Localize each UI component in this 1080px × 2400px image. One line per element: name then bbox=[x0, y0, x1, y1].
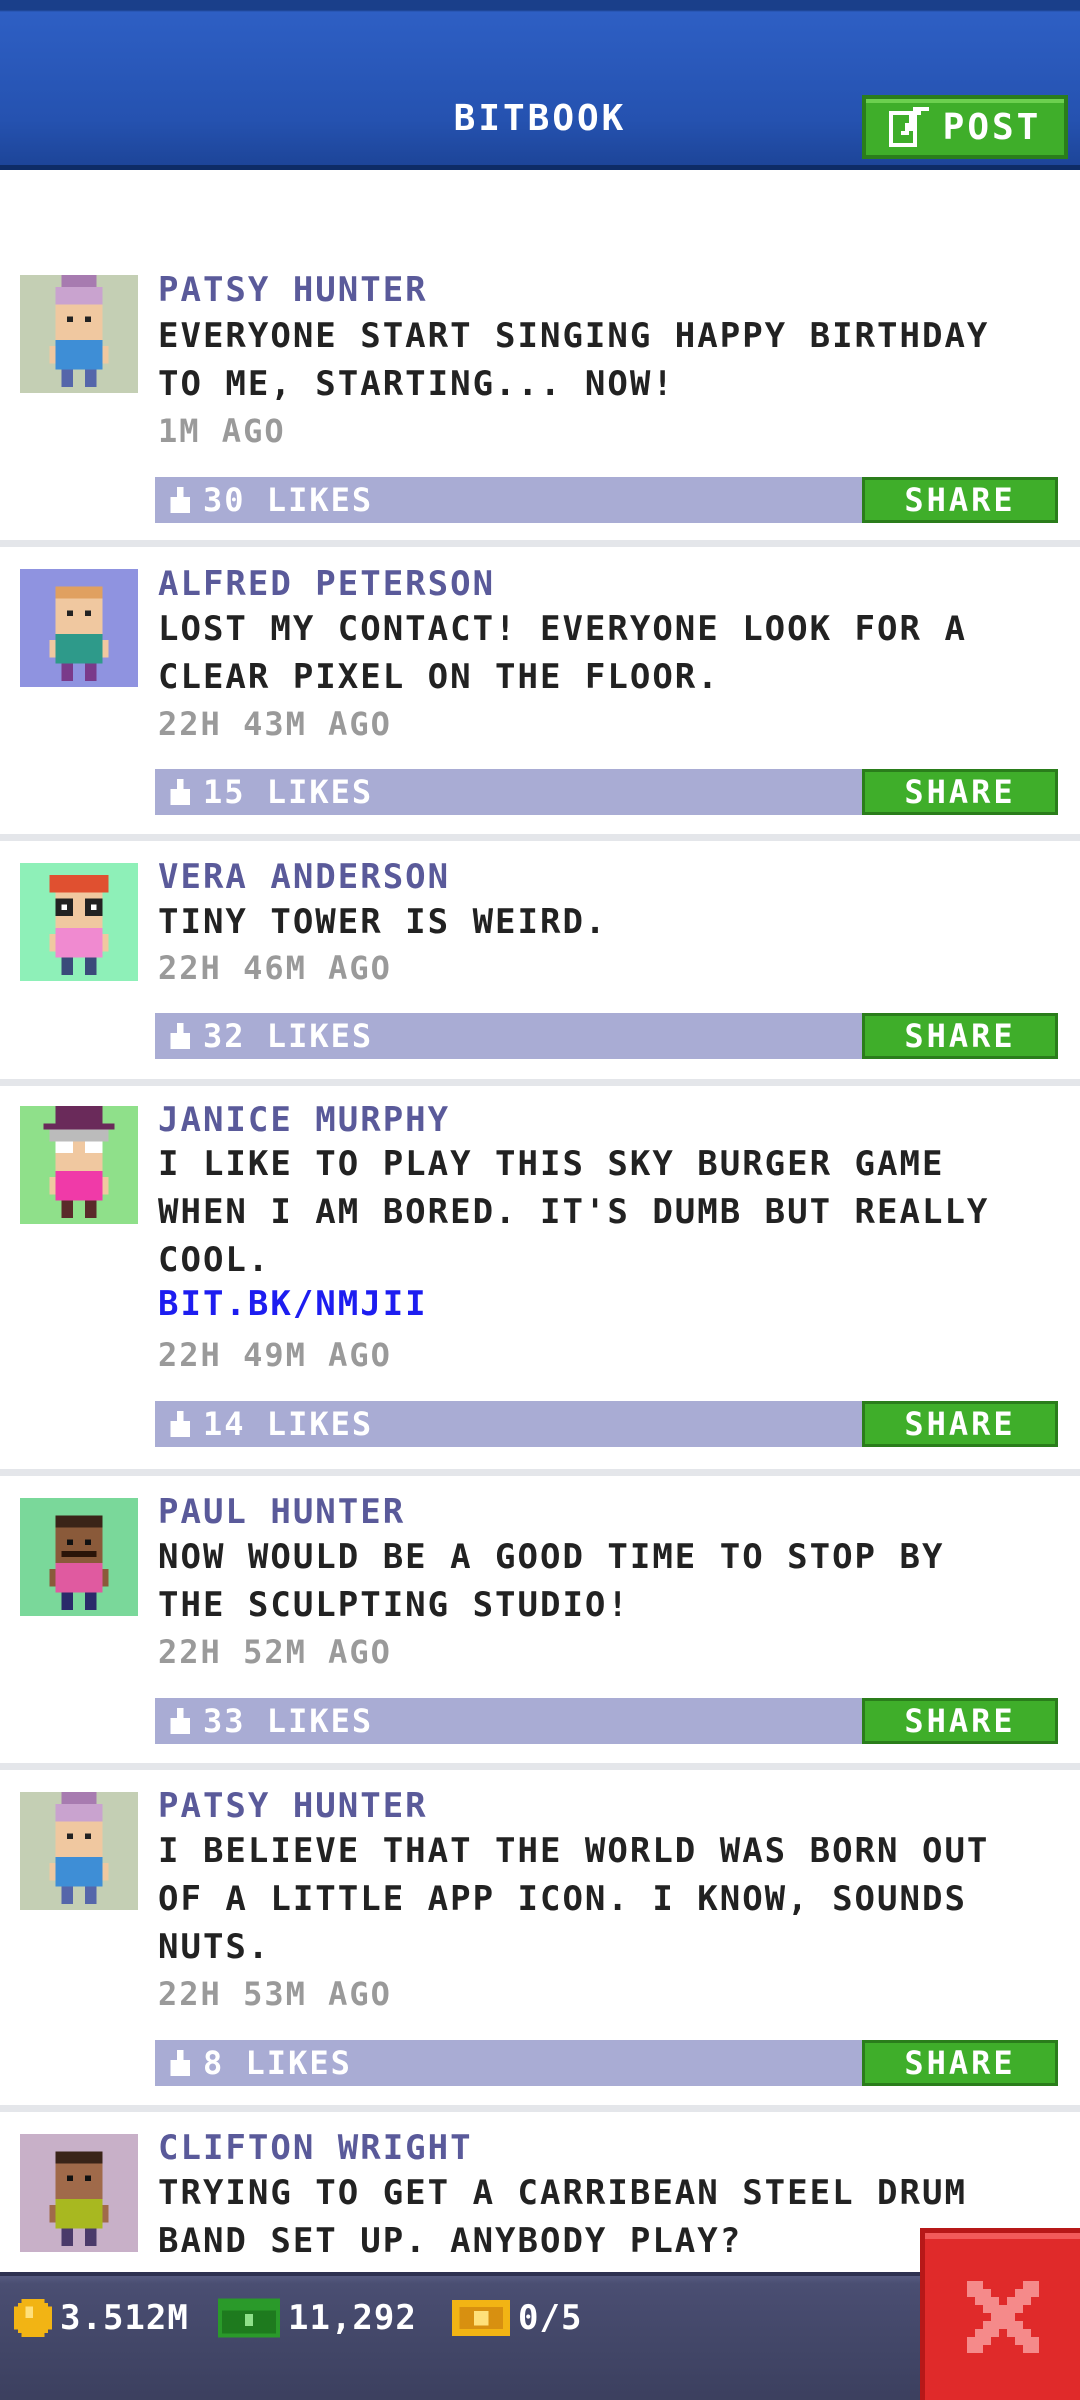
avatar bbox=[20, 275, 138, 393]
post-author: JANICE MURPHY bbox=[158, 1100, 451, 1140]
post-text-line: I LIKE TO PLAY THIS SKY BURGER GAME bbox=[158, 1144, 945, 1184]
post-button-label: POST bbox=[942, 106, 1042, 148]
post-text-line: I BELIEVE THAT THE WORLD WAS BORN OUT bbox=[158, 1831, 990, 1871]
post-author: VERA ANDERSON bbox=[158, 857, 451, 897]
likes-count: 8 LIKES bbox=[203, 2044, 352, 2082]
likes-bar[interactable]: 15 LIKES bbox=[155, 769, 862, 815]
share-button[interactable]: SHARE bbox=[862, 769, 1058, 815]
post-timestamp: 22H 46M AGO bbox=[158, 949, 392, 987]
avatar bbox=[20, 863, 138, 981]
thumbs-up-icon bbox=[170, 1023, 190, 1049]
post-timestamp: 22H 52M AGO bbox=[158, 1633, 392, 1671]
close-button[interactable] bbox=[920, 2228, 1080, 2400]
coins-stat: 3.512M bbox=[14, 2298, 189, 2338]
post-author: CLIFTON WRIGHT bbox=[158, 2128, 473, 2168]
compose-icon bbox=[888, 107, 929, 147]
bux-stat: 11,292 bbox=[218, 2298, 417, 2338]
alfred-avatar-icon bbox=[49, 586, 109, 682]
tickets-value: 0/5 bbox=[518, 2298, 583, 2338]
clifton-avatar-icon bbox=[49, 2151, 109, 2247]
post-text-line: NOW WOULD BE A GOOD TIME TO STOP BY bbox=[158, 1537, 945, 1577]
share-button[interactable]: SHARE bbox=[862, 1401, 1058, 1447]
thumbs-up-icon bbox=[170, 1411, 190, 1437]
post-timestamp: 1M AGO bbox=[158, 412, 286, 450]
post-text-line: LOST MY CONTACT! EVERYONE LOOK FOR A bbox=[158, 609, 967, 649]
post-text-line: TINY TOWER IS WEIRD. bbox=[158, 902, 608, 942]
likes-count: 14 LIKES bbox=[203, 1405, 374, 1443]
close-icon bbox=[966, 2280, 1039, 2353]
post-author: PAUL HUNTER bbox=[158, 1492, 406, 1532]
likes-count: 15 LIKES bbox=[203, 773, 374, 811]
post-text-line: TRYING TO GET A CARRIBEAN STEEL DRUM bbox=[158, 2173, 967, 2213]
coin-icon bbox=[14, 2299, 52, 2337]
post-button[interactable]: POST bbox=[862, 95, 1068, 159]
thumbs-up-icon bbox=[170, 487, 190, 513]
feed-post: PAUL HUNTER NOW WOULD BE A GOOD TIME TO … bbox=[0, 1476, 1080, 1770]
likes-count: 30 LIKES bbox=[203, 481, 374, 519]
likes-bar[interactable]: 32 LIKES bbox=[155, 1013, 862, 1059]
share-button[interactable]: SHARE bbox=[862, 2040, 1058, 2086]
avatar bbox=[20, 569, 138, 687]
post-text-line: COOL. bbox=[158, 1240, 271, 1280]
feed-post: PATSY HUNTER EVERYONE START SINGING HAPP… bbox=[0, 172, 1080, 547]
vera-avatar-icon bbox=[49, 874, 109, 976]
post-text-line: THE SCULPTING STUDIO! bbox=[158, 1585, 630, 1625]
likes-count: 32 LIKES bbox=[203, 1017, 374, 1055]
tickets-stat: 0/5 bbox=[452, 2298, 582, 2338]
likes-bar[interactable]: 14 LIKES bbox=[155, 1401, 862, 1447]
bux-icon bbox=[218, 2298, 280, 2338]
post-timestamp: 22H 49M AGO bbox=[158, 1336, 392, 1374]
paul-avatar-icon bbox=[49, 1515, 109, 1611]
avatar bbox=[20, 1498, 138, 1616]
feed-post: PATSY HUNTER I BELIEVE THAT THE WORLD WA… bbox=[0, 1770, 1080, 2112]
post-link[interactable]: BIT.BK/NMJII bbox=[158, 1284, 428, 1324]
feed-post: ALFRED PETERSON LOST MY CONTACT! EVERYON… bbox=[0, 547, 1080, 841]
coins-value: 3.512M bbox=[60, 2298, 189, 2338]
post-text-line: TO ME, STARTING... NOW! bbox=[158, 364, 675, 404]
patsy-avatar-icon bbox=[49, 1792, 109, 1905]
feed: PATSY HUNTER EVERYONE START SINGING HAPP… bbox=[0, 172, 1080, 2312]
post-author: PATSY HUNTER bbox=[158, 1786, 428, 1826]
app-header: BITBOOK POST bbox=[0, 0, 1080, 170]
avatar bbox=[20, 2134, 138, 2252]
post-text-line: EVERYONE START SINGING HAPPY BIRTHDAY bbox=[158, 316, 990, 356]
janice-avatar-icon bbox=[43, 1106, 115, 1219]
avatar bbox=[20, 1106, 138, 1224]
share-button[interactable]: SHARE bbox=[862, 1013, 1058, 1059]
likes-bar[interactable]: 33 LIKES bbox=[155, 1698, 862, 1744]
thumbs-up-icon bbox=[170, 2050, 190, 2076]
post-author: ALFRED PETERSON bbox=[158, 564, 496, 604]
post-text-line: NUTS. bbox=[158, 1927, 271, 1967]
feed-post: JANICE MURPHY I LIKE TO PLAY THIS SKY BU… bbox=[0, 1086, 1080, 1476]
likes-bar[interactable]: 8 LIKES bbox=[155, 2040, 862, 2086]
post-text-line: OF A LITTLE APP ICON. I KNOW, SOUNDS bbox=[158, 1879, 967, 1919]
share-button[interactable]: SHARE bbox=[862, 477, 1058, 523]
thumbs-up-icon bbox=[170, 779, 190, 805]
feed-post: VERA ANDERSON TINY TOWER IS WEIRD. 22H 4… bbox=[0, 841, 1080, 1086]
post-text-line: CLEAR PIXEL ON THE FLOOR. bbox=[158, 657, 720, 697]
status-bar: 3.512M 11,292 0/5 bbox=[0, 2272, 1080, 2400]
post-timestamp: 22H 53M AGO bbox=[158, 1975, 392, 2013]
ticket-icon bbox=[452, 2299, 510, 2337]
thumbs-up-icon bbox=[170, 1708, 190, 1734]
likes-bar[interactable]: 30 LIKES bbox=[155, 477, 862, 523]
post-text-line: WHEN I AM BORED. IT'S DUMB BUT REALLY bbox=[158, 1192, 990, 1232]
patsy-avatar-icon bbox=[49, 275, 109, 388]
likes-count: 33 LIKES bbox=[203, 1702, 374, 1740]
share-button[interactable]: SHARE bbox=[862, 1698, 1058, 1744]
post-author: PATSY HUNTER bbox=[158, 270, 428, 310]
avatar bbox=[20, 1792, 138, 1910]
post-timestamp: 22H 43M AGO bbox=[158, 705, 392, 743]
bux-value: 11,292 bbox=[288, 2298, 417, 2338]
